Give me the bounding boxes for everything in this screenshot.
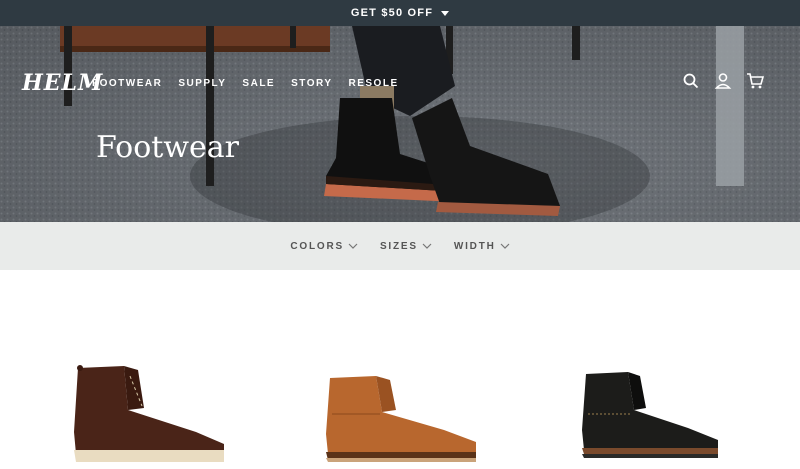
promo-banner[interactable]: GET $50 OFF: [0, 0, 800, 26]
chevron-down-icon: [422, 243, 432, 249]
hero-photo: [0, 26, 800, 222]
filter-colors[interactable]: COLORS: [290, 241, 358, 252]
nav-footwear[interactable]: FOOTWEAR: [92, 78, 162, 89]
cart-icon[interactable]: [746, 72, 765, 90]
chevron-down-icon: [500, 243, 510, 249]
filter-sizes-label: SIZES: [379, 240, 418, 252]
hero-banner: HELM FOOTWEAR SUPPLY SALE STORY RESOLE F…: [0, 26, 800, 222]
page-title: Footwear: [96, 130, 240, 165]
brown-boot-image[interactable]: [68, 362, 232, 466]
promo-text: GET $50 OFF: [350, 7, 434, 19]
nav-resole[interactable]: RESOLE: [349, 78, 399, 89]
filter-width[interactable]: WIDTH: [454, 241, 510, 252]
chevron-down-icon: [348, 243, 358, 249]
nav-supply[interactable]: SUPPLY: [178, 78, 226, 89]
tan-boot-image[interactable]: [324, 374, 484, 466]
nav-story[interactable]: STORY: [291, 78, 332, 89]
black-boot-image[interactable]: [580, 370, 724, 462]
search-icon[interactable]: [682, 72, 700, 90]
filter-width-label: WIDTH: [453, 240, 496, 252]
nav-sale[interactable]: SALE: [242, 78, 275, 89]
filter-colors-label: COLORS: [290, 240, 344, 252]
caret-down-icon: [441, 10, 450, 16]
product-grid: [0, 270, 800, 469]
utility-nav: [682, 72, 765, 90]
account-icon[interactable]: [714, 72, 732, 90]
filter-sizes[interactable]: SIZES: [380, 241, 432, 252]
main-nav: FOOTWEAR SUPPLY SALE STORY RESOLE: [92, 78, 399, 89]
filter-bar: COLORS SIZES WIDTH: [0, 222, 800, 270]
